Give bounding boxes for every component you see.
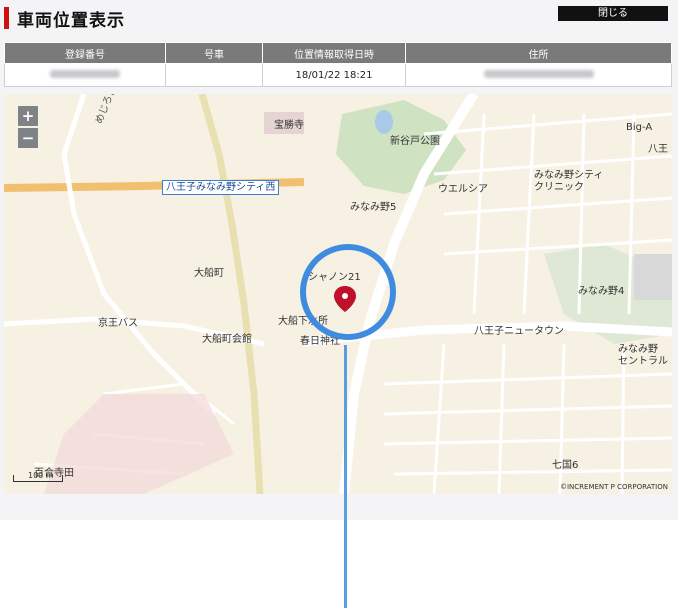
- column-header-address: 住所: [405, 42, 672, 64]
- highway-label: 八王子みなみ野シティ西: [162, 180, 280, 195]
- table-row: 18/01/22 18:21: [4, 63, 672, 87]
- label-oofunemachi: 大船町: [194, 268, 224, 279]
- highlight-pointer-line: [344, 345, 347, 608]
- label-shinyato-park: 新谷戸公園: [390, 136, 440, 147]
- housing-area: [44, 394, 234, 494]
- label-nanakuni6: 七国6: [552, 460, 579, 471]
- label-welcia: ウエルシア: [438, 184, 488, 195]
- page-title-bar: 車両位置表示: [4, 6, 125, 31]
- redacted-address: [483, 69, 594, 78]
- map-scale-label: 100 m: [28, 471, 54, 480]
- column-header-car-no: 号車: [165, 42, 263, 64]
- label-minamino-central-2: セントラル: [618, 356, 668, 367]
- label-big-a: Big-A: [626, 122, 653, 133]
- label-houshouji: 宝勝寺: [274, 120, 304, 131]
- label-oofune-kaikan: 大船町会館: [202, 334, 252, 345]
- cell-registration: [4, 63, 166, 87]
- building-east: [634, 254, 672, 300]
- pond: [375, 110, 393, 134]
- label-keio-bus: 京王バス: [98, 318, 138, 329]
- zoom-in-button[interactable]: +: [18, 106, 38, 126]
- label-minamino5: みなみ野5: [350, 202, 397, 213]
- redacted-registration: [50, 69, 120, 78]
- label-newtown: 八王子ニュータウン: [474, 326, 564, 337]
- close-button[interactable]: 閉じる: [558, 6, 668, 21]
- curved-road-west: [61, 94, 216, 416]
- label-hachiouji-ne: 八王: [648, 144, 668, 155]
- label-minamino-clinic-2: クリニック: [534, 182, 584, 193]
- vehicle-info-table: 登録番号 号車 位置情報取得日時 住所 18/01/22 18:21: [4, 42, 672, 87]
- column-header-datetime: 位置情報取得日時: [262, 42, 406, 64]
- label-minamino4: みなみ野4: [578, 286, 625, 297]
- zoom-out-button[interactable]: −: [18, 128, 38, 148]
- highlight-circle: [300, 244, 396, 340]
- title-accent-bar: [4, 7, 9, 29]
- map-copyright: ©INCREMENT P CORPORATION: [559, 483, 668, 491]
- cell-datetime: 18/01/22 18:21: [262, 63, 406, 87]
- page-title: 車両位置表示: [17, 10, 125, 31]
- cell-address: [405, 63, 672, 87]
- cell-car-no: [165, 63, 263, 87]
- column-header-registration: 登録番号: [4, 42, 166, 64]
